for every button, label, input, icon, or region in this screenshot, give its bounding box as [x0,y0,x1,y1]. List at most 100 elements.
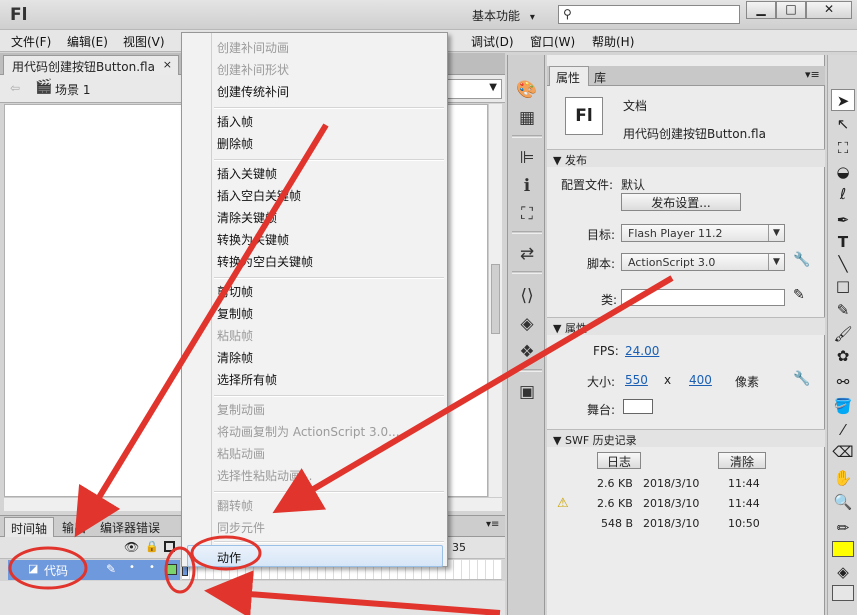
swf-history-section-header[interactable]: ▼ SWF 历史记录 [547,429,825,447]
menu-item-insert-blank-keyframe[interactable]: 插入空白关键帧 [217,187,301,204]
menu-item-convert-to-blank-keyframe[interactable]: 转换为空白关键帧 [217,253,313,270]
panel-menu-icon[interactable]: ▾≡ [805,68,820,81]
selection-tool-icon[interactable]: ➤ [831,89,855,111]
menu-item-create-shape-tween[interactable]: 创建补间形状 [217,61,289,78]
actions-icon[interactable]: ⟨⟩ [516,285,538,307]
tab-timeline[interactable]: 时间轴 [4,517,55,537]
menu-item-convert-to-keyframe[interactable]: 转换为关键帧 [217,231,289,248]
fill-color-swatch[interactable] [832,585,854,601]
search-input[interactable]: ⚲ [558,5,740,24]
menu-item-clear-frames[interactable]: 清除帧 [217,349,253,366]
menu-item-cut-frames[interactable]: 剪切帧 [217,283,253,300]
free-transform-tool-icon[interactable]: ⛶ [831,137,855,159]
layer-row-code[interactable]: ◪ 代码 ✎ • • [8,560,180,580]
scroll-thumb[interactable] [491,264,500,334]
wrench-icon[interactable]: 🔧 [793,371,810,387]
tab-output[interactable]: 输出 [62,519,86,536]
menu-item-paste-motion-special[interactable]: 选择性粘贴动画... [217,467,312,484]
outline-color-swatch[interactable] [166,564,177,575]
log-button[interactable]: 日志 [597,452,641,469]
menu-item-insert-frame[interactable]: 插入帧 [217,113,253,130]
transform-icon[interactable]: ⛶ [516,203,538,225]
stroke-color-icon[interactable]: ✏ [831,517,855,539]
outline-icon[interactable] [164,541,175,552]
deco-tool-icon[interactable]: ✿ [831,345,855,367]
align-icon[interactable]: ⊫ [516,147,538,169]
back-arrow-icon[interactable]: ⇦ [10,81,20,95]
menu-item-select-all-frames[interactable]: 选择所有帧 [217,371,277,388]
menu-item-paste-motion[interactable]: 粘贴动画 [217,445,265,462]
publish-section-header[interactable]: ▼ 发布 [547,149,825,167]
subselection-tool-icon[interactable]: ↖ [831,113,855,135]
target-select[interactable]: Flash Player 11.2 ▼ [621,224,785,242]
menu-item-paste-frames[interactable]: 粘贴帧 [217,327,253,344]
pencil-tool-icon[interactable]: ✎ [831,299,855,321]
menu-view[interactable]: 视图(V) [123,33,165,50]
height-value[interactable]: 400 [689,373,712,387]
stroke-color-swatch[interactable] [832,541,854,557]
bone-tool-icon[interactable]: ⚯ [831,371,855,393]
visibility-dot[interactable]: • [129,562,135,573]
info-icon[interactable]: ℹ [516,175,538,197]
scene-panel-icon[interactable]: ▣ [516,381,538,403]
close-icon[interactable]: × [163,58,172,71]
script-select[interactable]: ActionScript 3.0 ▼ [621,253,785,271]
menu-item-copy-motion[interactable]: 复制动画 [217,401,265,418]
menu-item-delete-frame[interactable]: 删除帧 [217,135,253,152]
menu-item-clear-keyframe[interactable]: 清除关键帧 [217,209,277,226]
fps-value[interactable]: 24.00 [625,344,659,358]
menu-item-synchronize-symbols[interactable]: 同步元件 [217,519,265,536]
line-tool-icon[interactable]: ╲ [831,253,855,275]
lock-icon[interactable]: 🔒 [145,540,159,553]
code-snippets-icon[interactable]: ⇄ [516,243,538,265]
eyedropper-tool-icon[interactable]: ⁄ [831,419,855,441]
hand-tool-icon[interactable]: ✋ [831,467,855,489]
menu-item-copy-motion-as-as3[interactable]: 将动画复制为 ActionScript 3.0... [217,423,400,440]
fill-color-icon[interactable]: ◈ [831,561,855,583]
tab-compiler-errors[interactable]: 编译器错误 [100,519,160,536]
eraser-tool-icon[interactable]: ⌫ [831,441,855,463]
stage-vertical-scrollbar[interactable] [488,104,502,497]
wrench-icon[interactable]: 🔧 [793,252,810,268]
menu-item-create-classic-tween[interactable]: 创建传统补间 [217,83,289,100]
paint-bucket-tool-icon[interactable]: 🪣 [831,395,855,417]
menu-debug[interactable]: 调试(D) [471,33,514,50]
zoom-tool-icon[interactable]: 🔍 [831,491,855,513]
document-tab[interactable]: 用代码创建按钮Button.fla × [3,55,179,76]
menu-item-copy-frames[interactable]: 复制帧 [217,305,253,322]
close-window-button[interactable]: ✕ [806,1,852,19]
pencil-icon[interactable]: ✎ [793,287,805,303]
width-value[interactable]: 550 [625,373,648,387]
menu-item-create-motion-tween[interactable]: 创建补间动画 [217,39,289,56]
3d-rotation-tool-icon[interactable]: ◒ [831,161,855,183]
class-input[interactable] [621,289,785,306]
tab-library[interactable]: 库 [594,69,606,86]
swatches-icon[interactable]: ▦ [516,107,538,129]
minimize-button[interactable]: ▁ [746,1,776,19]
text-tool-icon[interactable]: T [831,231,855,253]
workspace-switcher[interactable]: 基本功能 ▾ [472,7,535,24]
panel-menu-icon[interactable]: ▾≡ [486,519,499,530]
clear-history-button[interactable]: 清除 [718,452,766,469]
eye-icon[interactable]: 👁 [124,540,139,554]
menu-edit[interactable]: 编辑(E) [67,33,108,50]
components-icon[interactable]: ◈ [516,313,538,335]
menu-window[interactable]: 窗口(W) [530,33,575,50]
stage-color-swatch[interactable] [623,399,653,414]
lock-dot[interactable]: • [149,562,155,573]
maximize-button[interactable]: □ [776,1,806,19]
menu-help[interactable]: 帮助(H) [592,33,634,50]
publish-settings-button[interactable]: 发布设置... [621,193,741,211]
color-panel-icon[interactable]: 🎨 [516,79,538,101]
properties-section-header[interactable]: ▼ 属性 [547,317,825,335]
menu-item-insert-keyframe[interactable]: 插入关键帧 [217,165,277,182]
brush-tool-icon[interactable]: 🖌 [831,323,855,345]
pen-tool-icon[interactable]: ✒ [831,209,855,231]
tab-properties[interactable]: 属性 [549,66,589,86]
motion-presets-icon[interactable]: ❖ [516,341,538,363]
menu-item-reverse-frames[interactable]: 翻转帧 [217,497,253,514]
menu-item-actions[interactable]: 动作 [217,549,241,566]
menu-file[interactable]: 文件(F) [11,33,51,50]
lasso-tool-icon[interactable]: ℓ [831,183,855,205]
rectangle-tool-icon[interactable]: □ [831,275,855,297]
